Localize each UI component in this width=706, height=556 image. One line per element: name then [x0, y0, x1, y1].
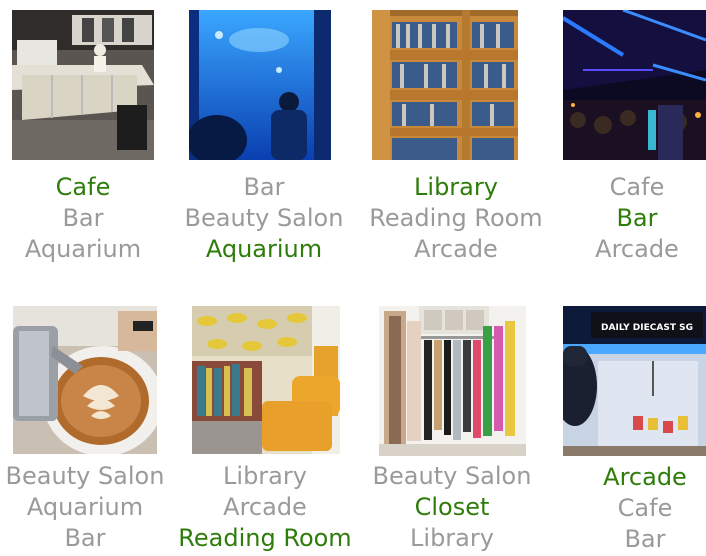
- option-label: Reading Room: [369, 204, 543, 232]
- answer-options: Library Reading Room Arcade: [366, 172, 546, 265]
- reading-room-photo: [192, 306, 340, 454]
- answer-options: Cafe Bar Arcade: [547, 172, 706, 265]
- answer-options: Bar Beauty Salon Aquarium: [174, 172, 354, 265]
- answer-options: Cafe Bar Aquarium: [0, 172, 173, 265]
- option-label: Aquarium: [24, 235, 142, 263]
- option-label: Library: [410, 524, 494, 552]
- option-label: Beauty Salon: [184, 204, 344, 232]
- option-label: Bar: [64, 524, 106, 552]
- option-label: Bar: [616, 204, 658, 232]
- option-label: Bar: [243, 173, 285, 201]
- aquarium-tank-photo: [189, 10, 331, 160]
- answer-options: Arcade Cafe Bar: [555, 462, 706, 555]
- answer-options: Beauty Salon Closet Library: [362, 461, 542, 554]
- option-label: Bar: [62, 204, 104, 232]
- option-label: Arcade: [595, 235, 679, 263]
- option-label: Reading Room: [178, 524, 352, 552]
- option-label: Beauty Salon: [372, 462, 532, 490]
- option-label: Cafe: [55, 173, 111, 201]
- option-label: Arcade: [603, 463, 687, 491]
- option-label: Arcade: [414, 235, 498, 263]
- answer-options: Library Arcade Reading Room: [175, 461, 355, 554]
- option-label: Arcade: [223, 493, 307, 521]
- claw-machine-sign: DAILY DIECAST SG: [601, 323, 693, 333]
- latte-art-photo: [13, 306, 157, 454]
- option-label: Beauty Salon: [5, 462, 165, 490]
- option-label: Cafe: [609, 173, 665, 201]
- option-label: Library: [414, 173, 498, 201]
- cafe-counter-photo: [12, 10, 154, 160]
- bar-interior-photo: [563, 10, 706, 160]
- answer-options: Beauty Salon Aquarium Bar: [0, 461, 175, 554]
- library-bookshelf-photo: [372, 10, 518, 160]
- option-label: Aquarium: [205, 235, 323, 263]
- option-label: Bar: [624, 525, 666, 553]
- option-label: Aquarium: [26, 493, 144, 521]
- arcade-claw-machine-photo: DAILY DIECAST SG: [563, 306, 706, 456]
- option-label: Library: [223, 462, 307, 490]
- closet-clothes-photo: [379, 306, 526, 456]
- option-label: Cafe: [617, 494, 673, 522]
- option-label: Closet: [414, 493, 490, 521]
